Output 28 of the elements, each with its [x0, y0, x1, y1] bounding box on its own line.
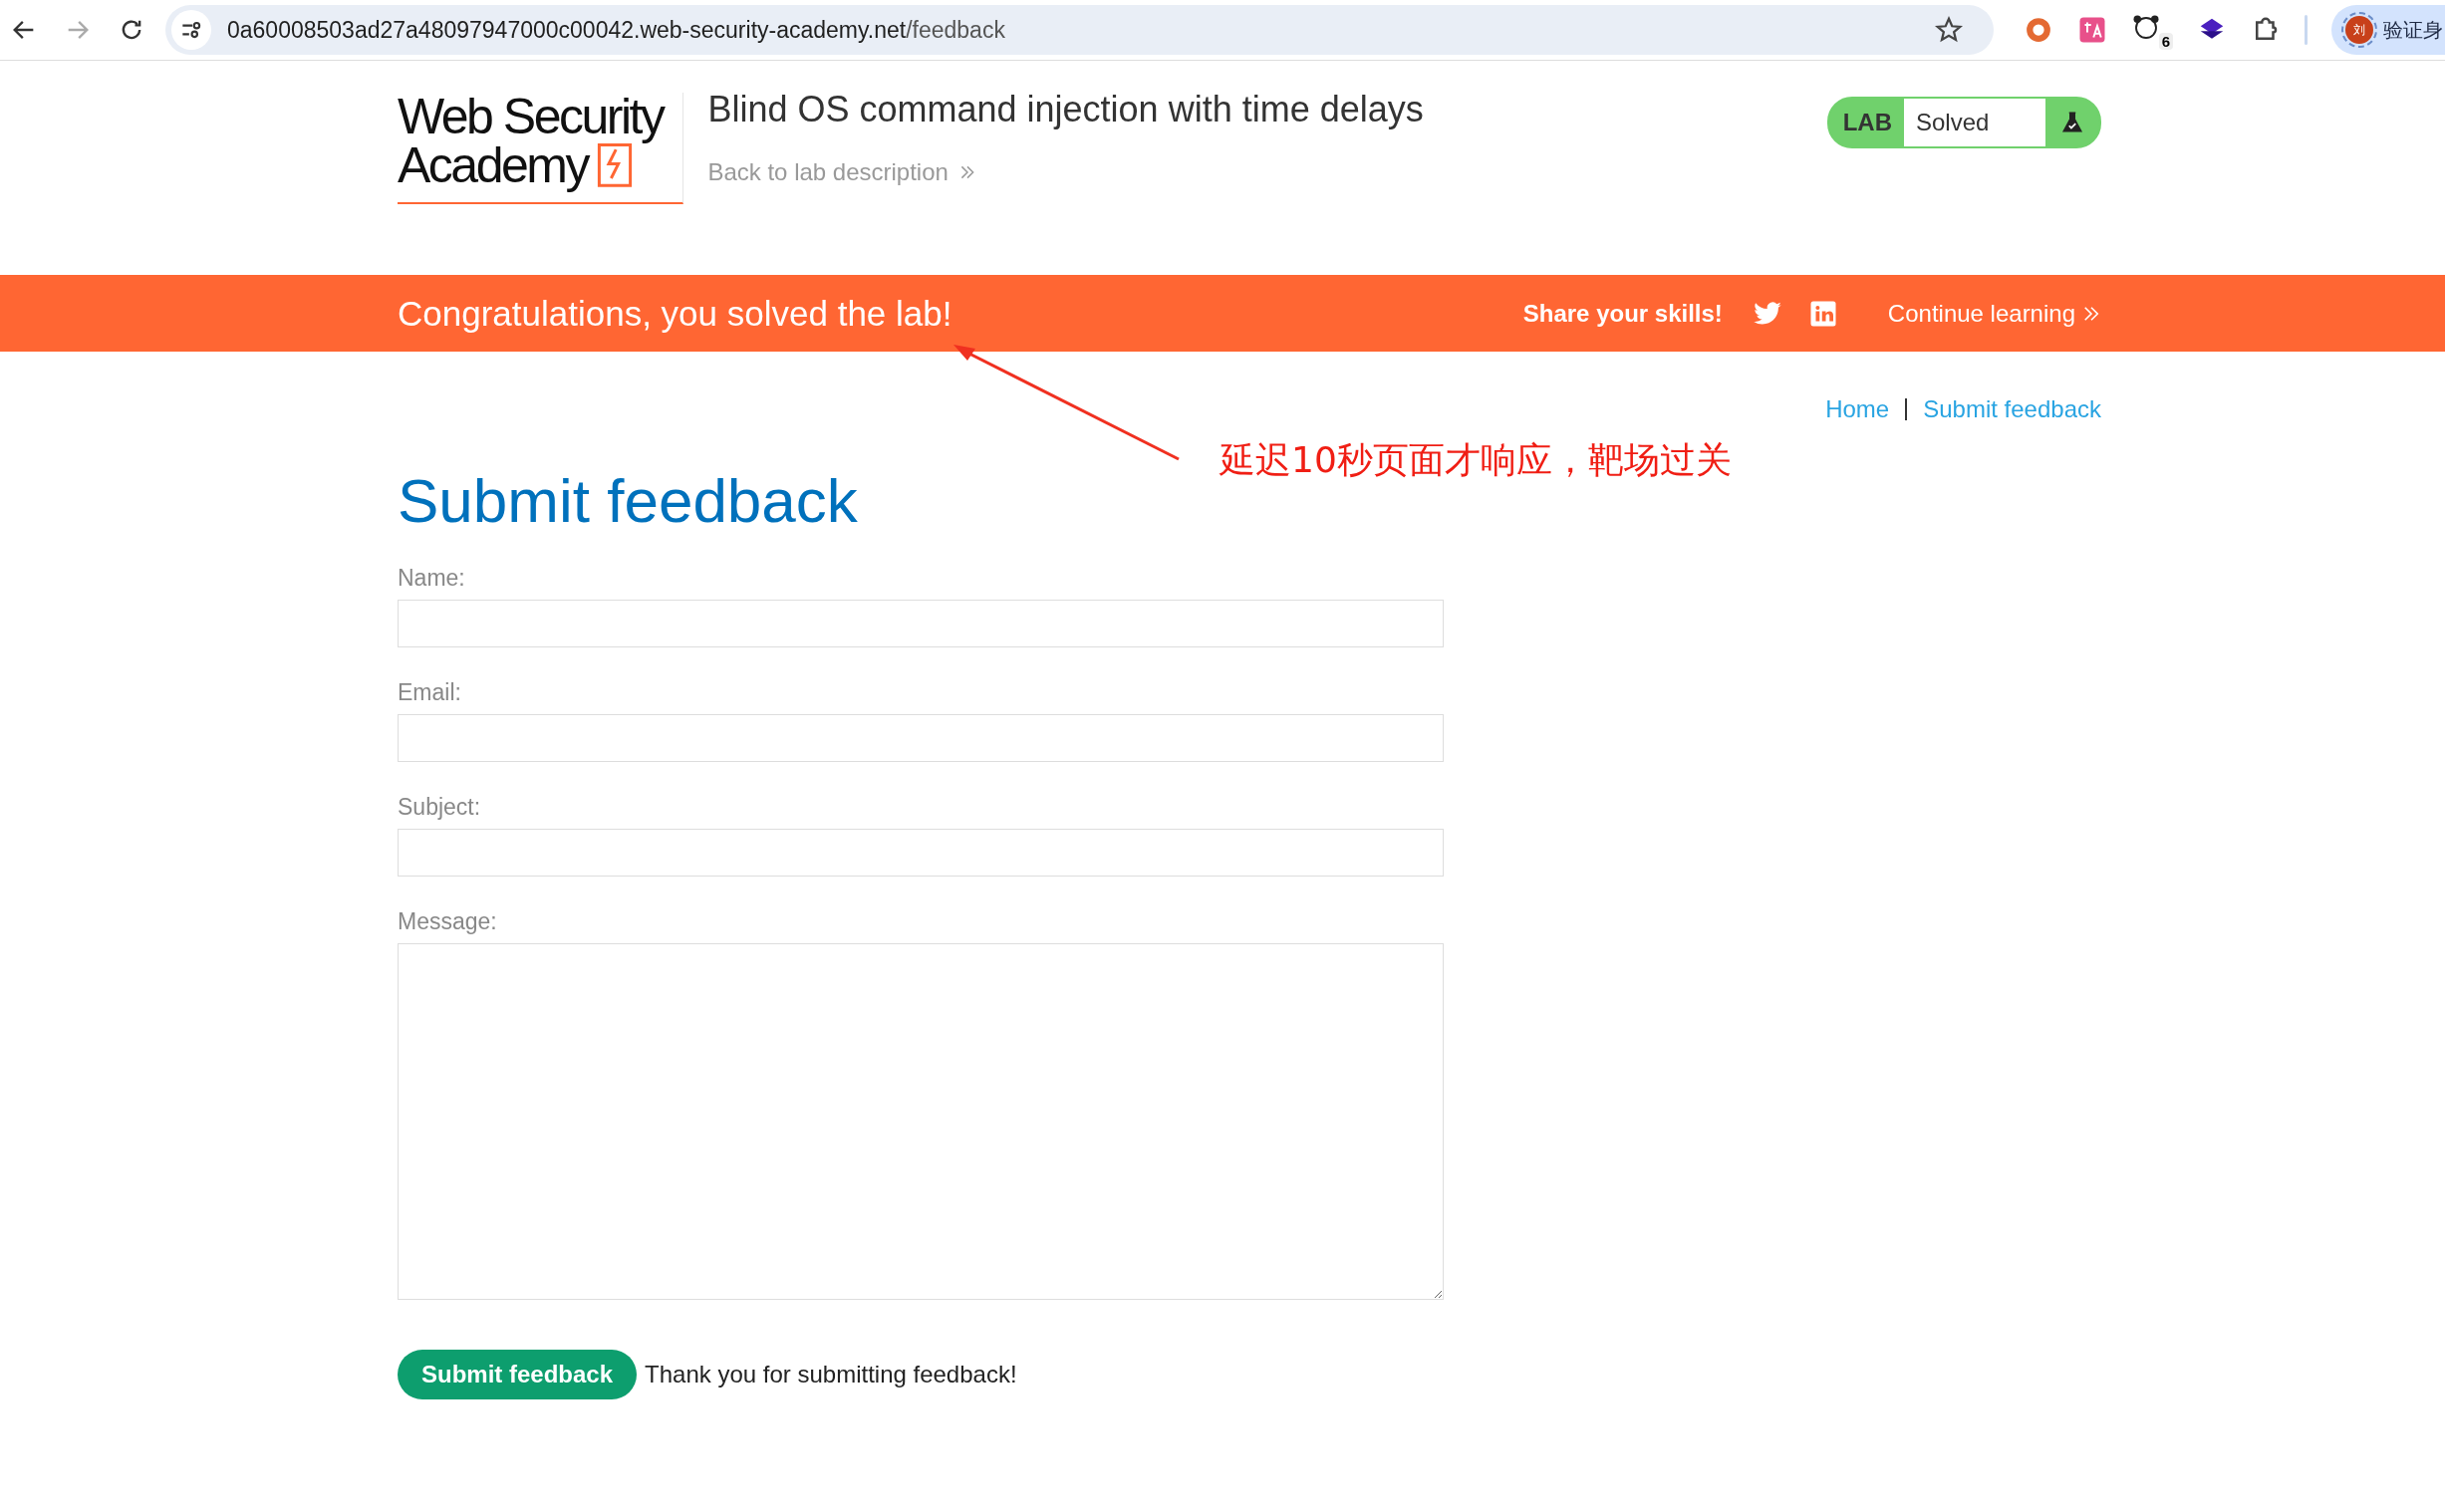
academy-logo[interactable]: Web Security Academy: [398, 93, 684, 204]
profile-button[interactable]: 刘 验证身: [2331, 5, 2445, 55]
continue-learning-link[interactable]: Continue learning: [1887, 299, 2101, 328]
field-label: Subject:: [398, 794, 482, 822]
field-label: Name:: [398, 565, 466, 593]
bookmark-star-icon[interactable]: [1933, 15, 1964, 45]
site-settings-icon[interactable]: [171, 10, 211, 50]
lab-status-badge: LAB Solved: [1826, 97, 2101, 148]
input-field[interactable]: [398, 600, 1444, 648]
congratulations-text: Congratulations, you solved the lab!: [398, 293, 952, 334]
profile-avatar: 刘: [2345, 16, 2373, 44]
message-field[interactable]: [398, 943, 1444, 1301]
input-field[interactable]: [398, 714, 1444, 763]
share-text: Share your skills!: [1522, 299, 1723, 328]
result-message: Thank you for submitting feedback!: [645, 1361, 1017, 1389]
extension-badge: 6: [2158, 32, 2173, 50]
submit-button[interactable]: Submit feedback: [398, 1350, 638, 1400]
field-label: Email:: [398, 679, 462, 707]
breadcrumb-link[interactable]: Home: [1825, 395, 1890, 423]
annotation-text: 延迟10秒页面才响应，靶场过关: [1220, 438, 1732, 482]
address-bar[interactable]: 0a60008503ad27a48097947000c00042.web-security-academy.net/feedback: [165, 5, 1994, 55]
input-field[interactable]: [398, 829, 1444, 878]
page-heading: Submit feedback: [398, 467, 858, 536]
url-text: 0a60008503ad27a48097947000c00042.web-security-academy.net/feedback: [227, 16, 1006, 44]
back-to-lab-link[interactable]: Back to lab description: [707, 158, 1424, 186]
field-label: Message:: [398, 908, 498, 936]
breadcrumb-link[interactable]: Submit feedback: [1923, 395, 2101, 423]
lab-title: Blind OS command injection with time delays: [707, 89, 1424, 130]
